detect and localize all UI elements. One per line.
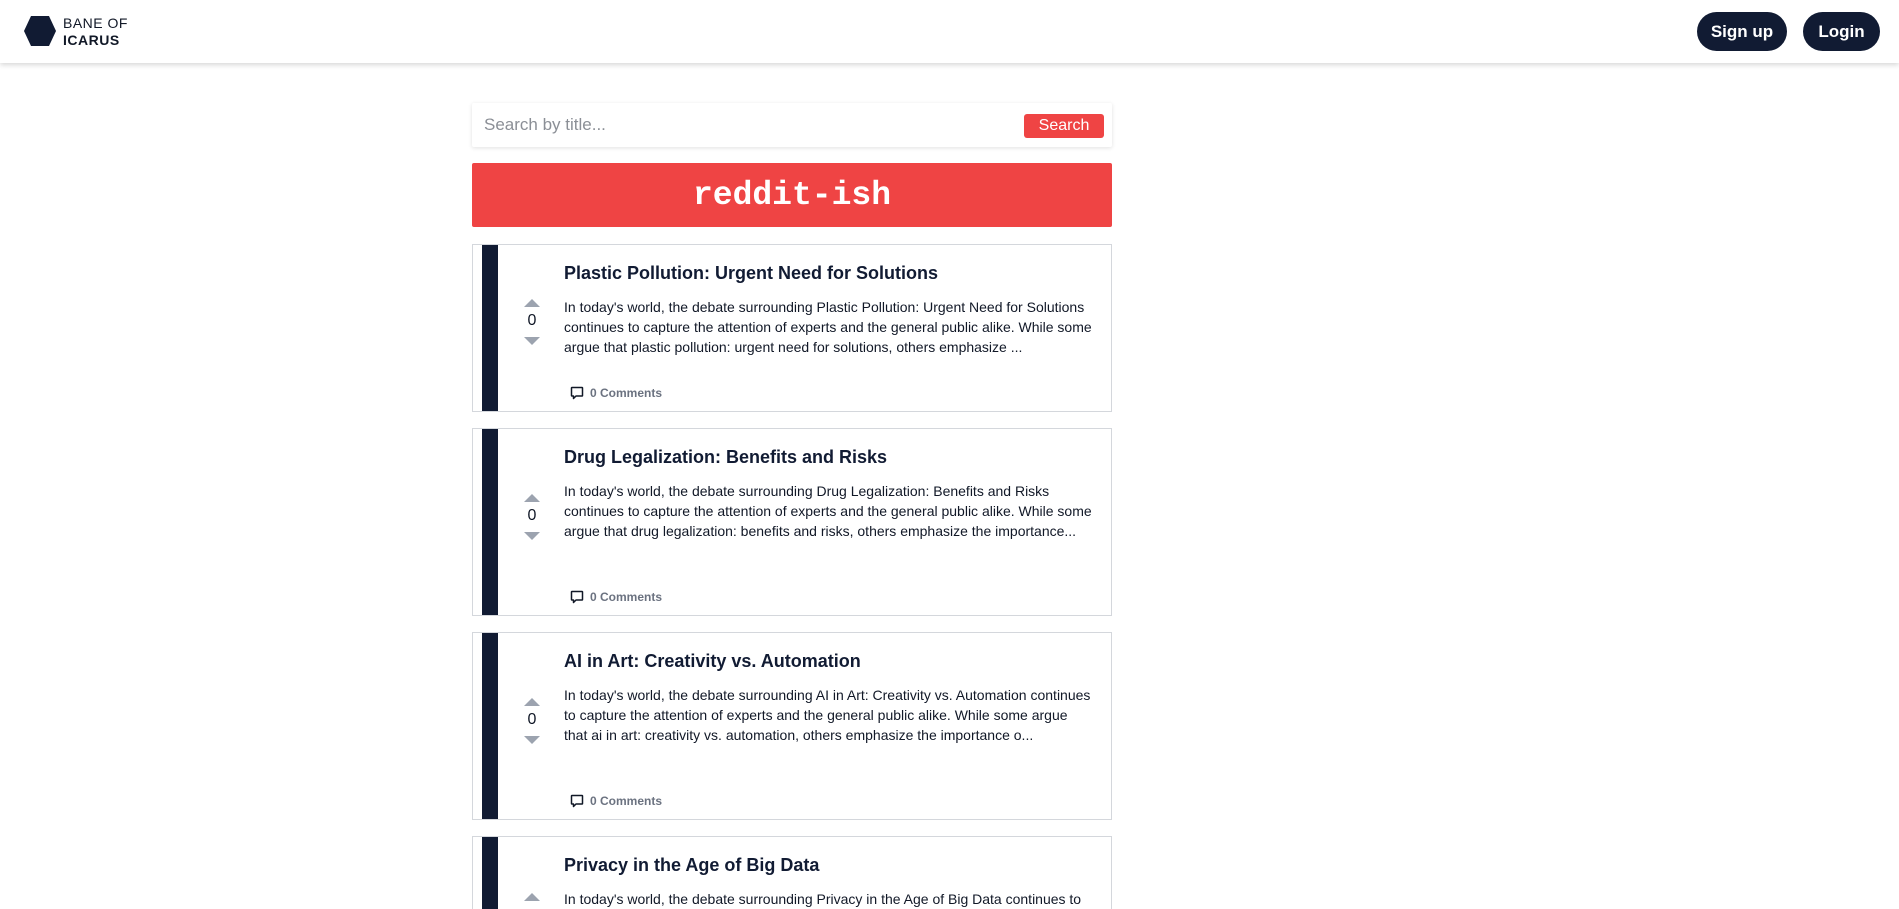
vote-count: 0 xyxy=(527,312,537,329)
post-accent-bar xyxy=(482,633,498,819)
comment-bubble-icon xyxy=(570,794,584,808)
post-title[interactable]: Privacy in the Age of Big Data xyxy=(564,855,819,876)
post-accent-bar xyxy=(482,245,498,411)
comment-bubble-icon xyxy=(570,386,584,400)
vote-count: 0 xyxy=(527,711,537,728)
post-card: 0 Drug Legalization: Benefits and Risks … xyxy=(472,428,1112,616)
upvote-arrow-icon[interactable] xyxy=(524,893,540,901)
comment-bubble-icon xyxy=(570,590,584,604)
post-excerpt: In today's world, the debate surrounding… xyxy=(564,483,1092,539)
post-accent-bar xyxy=(482,837,498,909)
post-excerpt: In today's world, the debate surrounding… xyxy=(564,299,1092,355)
post-excerpt: In today's world, the debate surrounding… xyxy=(564,687,1091,743)
site-banner: reddit-ish xyxy=(472,163,1112,227)
comments-link[interactable]: 0 Comments xyxy=(570,589,662,605)
post-title[interactable]: Plastic Pollution: Urgent Need for Solut… xyxy=(564,263,938,284)
comments-count: 0 Comments xyxy=(590,590,663,604)
vote-control xyxy=(519,893,545,901)
vote-control: 0 xyxy=(519,698,545,744)
post-card: Privacy in the Age of Big Data In today'… xyxy=(472,836,1112,909)
comments-link[interactable]: 0 Comments xyxy=(570,793,662,809)
vote-count: 0 xyxy=(527,507,537,524)
top-navbar: BANE OF ICARUS Sign up Login xyxy=(0,0,1899,63)
brand-line2: ICARUS xyxy=(63,32,120,48)
search-bar: Search xyxy=(472,103,1112,147)
search-input[interactable] xyxy=(484,113,964,137)
post-card: 0 Plastic Pollution: Urgent Need for Sol… xyxy=(472,244,1112,412)
hexagon-logo-icon xyxy=(24,16,56,46)
post-title[interactable]: Drug Legalization: Benefits and Risks xyxy=(564,447,887,468)
post-card: 0 AI in Art: Creativity vs. Automation I… xyxy=(472,632,1112,820)
downvote-arrow-icon[interactable] xyxy=(524,337,540,345)
upvote-arrow-icon[interactable] xyxy=(524,299,540,307)
post-accent-bar xyxy=(482,429,498,615)
signup-button[interactable]: Sign up xyxy=(1697,12,1787,51)
vote-control: 0 xyxy=(519,299,545,345)
downvote-arrow-icon[interactable] xyxy=(524,736,540,744)
comments-count: 0 Comments xyxy=(590,386,663,400)
upvote-arrow-icon[interactable] xyxy=(524,698,540,706)
search-button[interactable]: Search xyxy=(1024,114,1104,138)
upvote-arrow-icon[interactable] xyxy=(524,494,540,502)
site-title: reddit-ish xyxy=(692,176,892,214)
post-title[interactable]: AI in Art: Creativity vs. Automation xyxy=(564,651,861,672)
vote-control: 0 xyxy=(519,494,545,540)
downvote-arrow-icon[interactable] xyxy=(524,532,540,540)
comments-link[interactable]: 0 Comments xyxy=(570,385,662,401)
post-excerpt: In today's world, the debate surrounding… xyxy=(564,891,1082,907)
login-button[interactable]: Login xyxy=(1803,12,1880,51)
brand-line1: BANE OF xyxy=(63,15,128,31)
comments-count: 0 Comments xyxy=(590,794,663,808)
brand-name: BANE OF ICARUS xyxy=(63,15,128,49)
